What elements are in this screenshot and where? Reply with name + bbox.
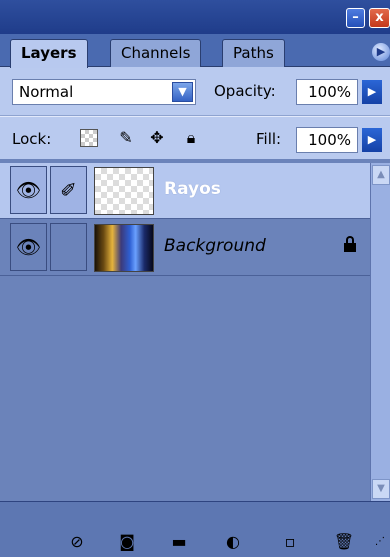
layer-options: Normal ▼ Opacity: 100% ▶ Lock: ✎ ✥ 🔒︎ Fi…: [0, 67, 390, 159]
chevron-down-icon[interactable]: ▼: [172, 82, 193, 102]
padlock-icon: [343, 236, 357, 252]
layer-name[interactable]: Background: [164, 236, 266, 256]
layer-thumbnail: [94, 167, 154, 215]
panel-menu-icon: ▶: [376, 45, 386, 58]
brush-icon: ✐: [60, 178, 77, 202]
layer-thumbnail: [94, 224, 154, 272]
options-divider: [0, 115, 390, 117]
tab-channels-label: Channels: [121, 44, 191, 62]
layers-list: 👁︎ ✐ Rayos 👁︎ Background: [0, 163, 370, 501]
layer-link-cell[interactable]: ✐: [50, 166, 87, 214]
layer-name[interactable]: Rayos: [164, 179, 221, 199]
layer-row-rayos[interactable]: 👁︎ ✐ Rayos: [0, 163, 370, 219]
tab-paths-label: Paths: [233, 44, 274, 62]
panel-tabs: Layers Channels Paths ▶: [0, 34, 390, 68]
opacity-slider-button[interactable]: ▶: [362, 80, 382, 104]
fill-field[interactable]: 100%: [296, 127, 358, 153]
opacity-field[interactable]: 100%: [296, 79, 358, 105]
lock-position-move-icon[interactable]: ✥: [146, 127, 168, 149]
new-group-icon[interactable]: ▬: [165, 530, 193, 554]
close-button[interactable]: x: [369, 8, 390, 28]
tab-channels[interactable]: Channels: [110, 39, 202, 67]
minimize-icon: –: [352, 10, 359, 25]
panel-menu-button[interactable]: ▶: [372, 43, 390, 61]
fill-label: Fill:: [256, 130, 282, 148]
layers-scrollbar[interactable]: ▲ ▼: [370, 163, 390, 501]
visibility-toggle[interactable]: 👁︎: [10, 166, 47, 214]
scroll-down-button[interactable]: ▼: [372, 479, 390, 499]
new-layer-icon[interactable]: ▫: [276, 530, 304, 554]
scroll-up-button[interactable]: ▲: [372, 165, 390, 185]
tab-layers-label: Layers: [21, 44, 77, 62]
tab-paths[interactable]: Paths: [222, 39, 285, 67]
link-layers-icon[interactable]: ⊘: [62, 530, 92, 554]
minimize-button[interactable]: –: [346, 8, 365, 28]
visibility-toggle[interactable]: 👁︎: [10, 223, 47, 271]
lock-all-icon[interactable]: 🔒︎: [180, 127, 202, 149]
close-icon: x: [375, 10, 384, 25]
blend-mode-select[interactable]: Normal ▼: [12, 79, 196, 105]
adjustment-layer-icon[interactable]: ◐: [218, 530, 248, 554]
eye-icon: 👁︎: [15, 178, 42, 202]
delete-layer-icon[interactable]: 🗑︎: [330, 530, 358, 554]
lock-image-brush-icon[interactable]: ✎: [115, 127, 137, 149]
opacity-label: Opacity:: [214, 82, 276, 100]
panel-titlebar: – x: [0, 0, 390, 34]
layer-mask-icon[interactable]: ◙: [113, 530, 141, 554]
lock-label: Lock:: [12, 130, 52, 148]
resize-grip-icon[interactable]: ⋰: [370, 530, 390, 554]
lock-transparency-icon[interactable]: [80, 129, 98, 147]
layer-link-cell[interactable]: [50, 223, 87, 271]
blend-mode-value: Normal: [19, 83, 74, 101]
eye-icon: 👁︎: [15, 235, 42, 259]
layer-row-background[interactable]: 👁︎ Background: [0, 220, 370, 276]
fill-slider-button[interactable]: ▶: [362, 128, 382, 152]
tab-layers[interactable]: Layers: [10, 39, 88, 68]
